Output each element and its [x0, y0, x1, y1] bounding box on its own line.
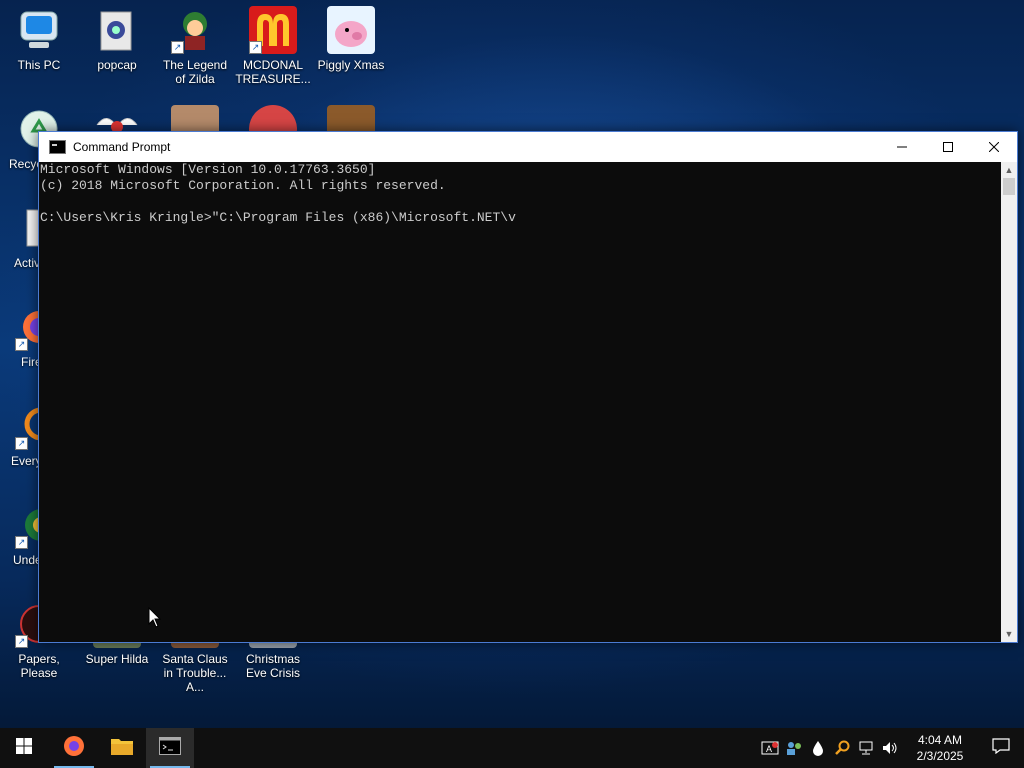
desktop-icon-popcap[interactable]: popcap [79, 0, 155, 72]
this-pc-icon [15, 6, 63, 54]
mouse-cursor-icon [148, 606, 162, 634]
clock-time: 4:04 AM [917, 733, 963, 747]
command-prompt-icon [159, 736, 181, 760]
vertical-scrollbar[interactable]: ▲ ▼ [1001, 162, 1017, 642]
desktop-icon-label: Santa Claus in Trouble... A... [162, 652, 228, 694]
desktop-icon-label: Piggly Xmas [317, 58, 385, 72]
command-prompt-window[interactable]: Command Prompt Microsoft Windows [Versio… [38, 131, 1018, 643]
desktop-icon-row2-e[interactable] [313, 99, 389, 131]
notification-icon [992, 737, 1010, 759]
maximize-button[interactable] [925, 132, 971, 162]
firefox-icon [62, 734, 86, 763]
minimize-icon [897, 139, 907, 155]
santa-hat-icon [327, 105, 375, 131]
start-button[interactable] [0, 728, 48, 768]
command-prompt-icon [49, 140, 66, 154]
tray-people-icon[interactable] [782, 728, 806, 768]
desktop-icon-label: The Legend of Zilda [162, 58, 228, 86]
close-icon [988, 139, 1000, 155]
desktop-icon-label: Christmas Eve Crisis [245, 652, 300, 680]
scrollbar-thumb[interactable] [1003, 178, 1015, 195]
maximize-icon [943, 139, 953, 155]
scroll-up-button[interactable]: ▲ [1001, 162, 1017, 178]
close-button[interactable] [971, 132, 1017, 162]
shortcut-arrow-icon: ↗ [249, 41, 262, 54]
scroll-down-button[interactable]: ▼ [1001, 626, 1017, 642]
desktop-icon-row2-c[interactable] [157, 99, 233, 131]
chevron-down-icon: ▼ [1004, 629, 1014, 639]
desktop-icon-label: This PC [17, 58, 61, 72]
shortcut-arrow-icon: ↗ [15, 437, 28, 450]
network-icon[interactable] [854, 728, 878, 768]
desktop-icon-label: Super Hilda [85, 652, 149, 666]
shortcut-arrow-icon: ↗ [15, 338, 28, 351]
clock[interactable]: 4:04 AM 2/3/2025 [902, 732, 978, 764]
volume-icon[interactable] [878, 728, 902, 768]
desktop-icon-piggly-xmas[interactable]: Piggly Xmas [313, 0, 389, 72]
tray-app-icon[interactable]: A [758, 728, 782, 768]
desktop-icon-this-pc[interactable]: This PC [1, 0, 77, 72]
shortcut-arrow-icon: ↗ [15, 635, 28, 648]
window-title: Command Prompt [73, 140, 171, 154]
system-tray: A 4:04 AM 2/3/2025 [758, 728, 1024, 768]
desktop-icon-row2-d[interactable] [235, 99, 311, 131]
folder-icon [93, 6, 141, 54]
desktop-icon-row2-b[interactable] [79, 99, 155, 131]
tray-drop-icon[interactable] [806, 728, 830, 768]
taskbar-file-explorer-button[interactable] [98, 728, 146, 768]
desktop-icon-label: popcap [97, 58, 137, 72]
desktop-icon-label: Papers, Please [18, 652, 60, 680]
angel-icon [93, 105, 141, 131]
desktop-icon-legend-of-zilda[interactable]: ↗ The Legend of Zilda [157, 0, 233, 86]
console-input-line[interactable]: C:\Users\Kris Kringle>"C:\Program Files … [40, 210, 1001, 226]
desktop-icon-label: MCDONAL TREASURE... [235, 58, 311, 86]
window-titlebar[interactable]: Command Prompt [39, 132, 1017, 162]
console-line: Microsoft Windows [Version 10.0.17763.36… [40, 162, 376, 177]
snowman-icon [249, 105, 297, 131]
desktop-icon-mcdonal-treasure[interactable]: ↗ MCDONAL TREASURE... [235, 0, 311, 86]
folder-icon [110, 736, 134, 761]
game-icon: ↗ [171, 6, 219, 54]
console-line: (c) 2018 Microsoft Corporation. All righ… [40, 178, 446, 193]
tray-search-icon[interactable] [830, 728, 854, 768]
mcdonalds-icon: ↗ [249, 6, 297, 54]
minimize-button[interactable] [879, 132, 925, 162]
windows-logo-icon [16, 737, 32, 759]
taskbar-command-prompt-button[interactable] [146, 728, 194, 768]
game-icon [171, 105, 219, 131]
chevron-up-icon: ▲ [1004, 165, 1014, 175]
pig-icon [327, 6, 375, 54]
clock-date: 2/3/2025 [916, 749, 964, 763]
action-center-button[interactable] [978, 728, 1024, 768]
shortcut-arrow-icon: ↗ [171, 41, 184, 54]
shortcut-arrow-icon: ↗ [15, 536, 28, 549]
console-output[interactable]: Microsoft Windows [Version 10.0.17763.36… [39, 162, 1001, 642]
svg-text:A: A [766, 744, 772, 754]
taskbar: A 4:04 AM 2/3/2025 [0, 728, 1024, 768]
taskbar-firefox-button[interactable] [50, 728, 98, 768]
